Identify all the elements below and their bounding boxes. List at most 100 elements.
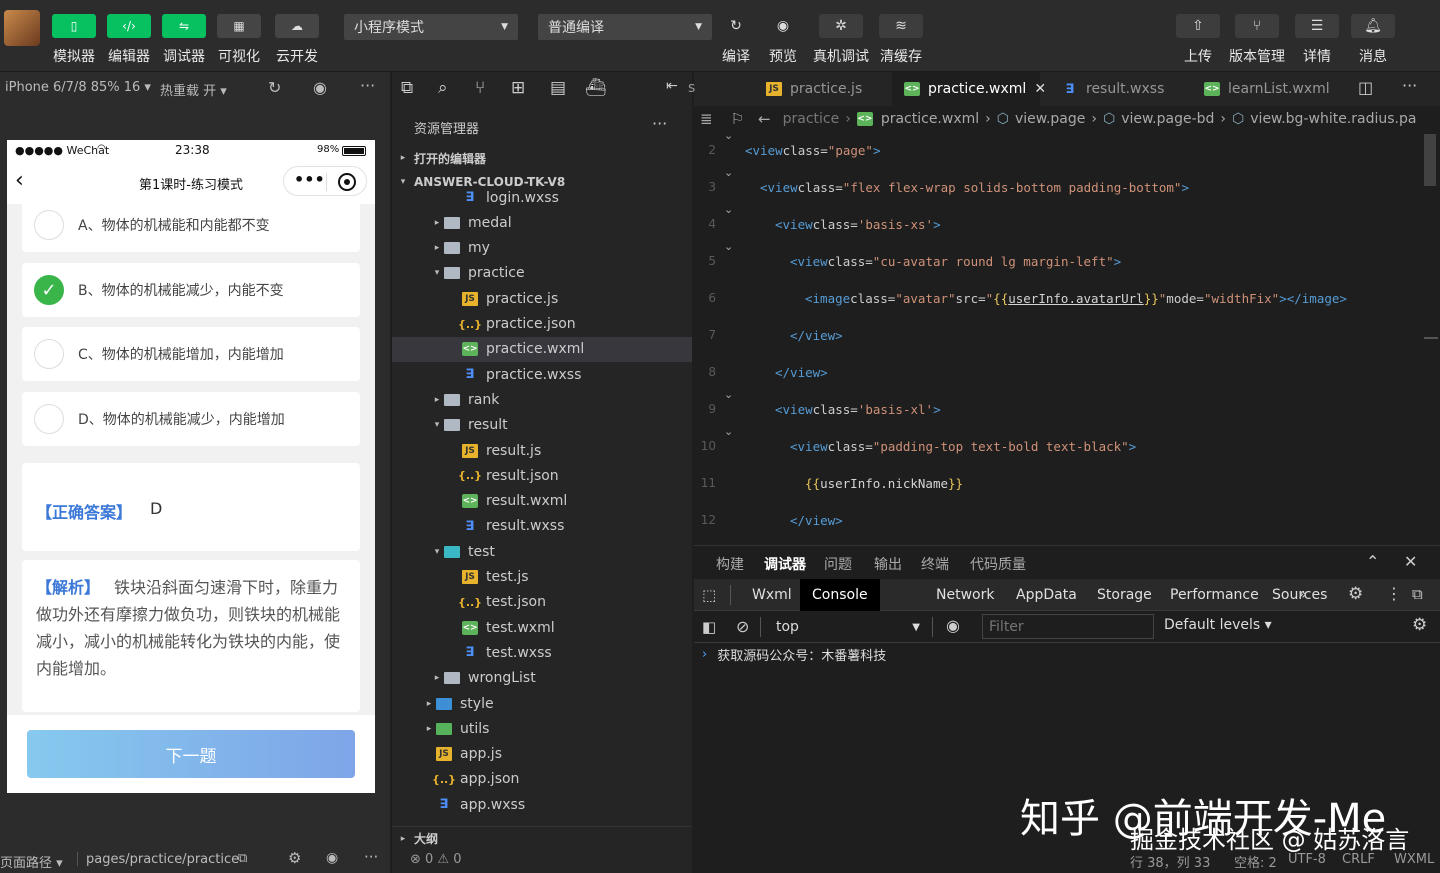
editor-more-icon[interactable]: ··· [1402,76,1417,95]
fold-chevron-icon[interactable]: ⌄ [724,240,733,253]
tree-item[interactable]: JS practice.js [392,286,692,311]
more-icon[interactable]: ··· [360,76,375,95]
layout-toggle-button[interactable]: ▦ [217,14,261,38]
tree-item[interactable]: ∃ login.wxss [392,186,692,210]
tree-item[interactable]: <> test.wxml [392,615,692,640]
breadcrumb-item[interactable]: practice.wxml [881,111,979,127]
tree-item[interactable]: ∃ result.wxss [392,514,692,539]
context-select[interactable]: top ▼ [770,615,926,639]
devtools-panel-tab[interactable]: Wxml [740,579,804,611]
fold-chevron-icon[interactable]: ⌄ [724,203,733,216]
list-icon[interactable]: ≣ [700,110,713,128]
answer-option[interactable]: A、物体的机械能和内能都不变 [22,198,360,252]
more-tabs-icon[interactable]: » [1298,585,1307,603]
tree-item[interactable]: ▸ rank [392,387,692,412]
tree-item[interactable]: ▾ test [392,539,692,564]
upload-button[interactable]: ⇧ [1176,14,1220,38]
eye-icon[interactable]: ◉ [326,850,338,866]
page-path-select[interactable]: 页面路径 ▾ [0,852,63,871]
storage-icon[interactable]: ▤ [550,78,566,98]
editor-tab[interactable]: JS practice.js [754,72,888,106]
menu-button[interactable]: ☰ [1295,14,1339,38]
clear-console-icon[interactable]: ⊘ [736,617,749,636]
answer-option[interactable]: D、物体的机械能减少，内能增加 [22,392,360,446]
split-editor-icon[interactable]: ◫ [1358,78,1373,97]
cloud-toggle-button[interactable]: ☁ [275,14,319,38]
tree-item[interactable]: ▸ style [392,691,692,716]
problems-indicator[interactable]: ⊗ 0 ⚠ 0 [410,852,462,867]
breadcrumb-item[interactable]: view.page-bd [1121,111,1214,127]
devtools-panel-tab[interactable]: Console [800,579,880,611]
live-expression-icon[interactable]: ◉ [946,616,960,635]
bookmark-icon[interactable]: ⚐ [731,110,744,128]
branch-button[interactable]: ⑂ [1235,14,1279,38]
hotreload-toggle[interactable]: 热重载 开 ▾ [160,80,227,99]
fold-chevron-icon[interactable]: ⌄ [724,166,733,179]
tree-item[interactable]: ∃ app.wxss [392,792,692,817]
chevron-right-icon[interactable]: › [702,647,707,662]
rotate-icon[interactable]: ↻ [268,78,281,97]
editor-tab[interactable]: ∃ result.wxss [1050,72,1186,106]
devtools-panel-tab[interactable]: AppData [1004,579,1089,611]
tree-item[interactable]: {..} test.json [392,590,692,615]
files-icon[interactable]: ⧉ [401,78,413,98]
bug-button[interactable]: ✲ [819,14,863,38]
tree-item[interactable]: JS test.js [392,565,692,590]
devtools-panel-tab[interactable]: Performance [1158,579,1271,611]
devtools-top-tab[interactable]: 调试器 [764,554,806,574]
capsule-close-icon[interactable] [338,173,356,191]
capsule-menu[interactable]: ••• [283,166,367,196]
kebab-icon[interactable]: ⋮ [1386,584,1402,603]
source-control-icon[interactable]: ⑂ [475,78,485,98]
copy-icon[interactable]: ⧉ [238,851,247,866]
collapse-panel-icon[interactable]: ⇤ [666,78,678,94]
devtools-top-tab[interactable]: 终端 [921,554,949,574]
bell-button[interactable]: 🔔︎ [1351,14,1395,38]
tree-item[interactable]: ▸ wrongList [392,666,692,691]
phone-toggle-button[interactable]: ▯ [52,14,96,38]
sidebar-toggle-icon[interactable]: ◧ [702,618,716,636]
explorer-more-icon[interactable]: ··· [652,114,667,133]
record-icon[interactable]: ◉ [313,78,327,97]
capsule-more-icon[interactable]: ••• [294,170,325,189]
tree-item[interactable]: ▸ medal [392,210,692,235]
scrollbar[interactable] [1424,134,1436,186]
editor-tab[interactable]: <> learnList.wxml [1192,72,1340,106]
code-toggle-button[interactable]: ‹/› [107,14,151,38]
breadcrumb-item[interactable]: view.bg-white.radius.pa [1250,111,1416,127]
tree-item[interactable]: ∃ practice.wxss [392,362,692,387]
tree-item[interactable]: {..} app.json [392,767,692,792]
tree-item[interactable]: <> practice.wxml [392,336,692,362]
devtools-top-tab[interactable]: 构建 [716,554,744,574]
more-icon[interactable]: ··· [364,848,378,866]
console-filter-input[interactable] [982,614,1154,639]
devtools-panel-tab[interactable]: Storage [1085,579,1164,611]
tree-item[interactable]: ∃ test.wxss [392,640,692,665]
console-settings-icon[interactable]: ⚙ [1412,615,1427,635]
tree-item[interactable]: JS app.js [392,742,692,767]
tree-item[interactable]: {..} practice.json [392,312,692,337]
undock-icon[interactable]: ⧉ [1412,585,1423,603]
outline-section[interactable]: ▸ 大纲 [392,826,692,850]
open-editors-section[interactable]: ▸ 打开的编辑器 [392,146,692,170]
close-tab-icon[interactable]: ✕ [1034,81,1046,97]
tree-item[interactable]: ▾ result [392,413,692,438]
debug-toggle-button[interactable]: ⇋ [162,14,206,38]
tree-item[interactable]: ▾ practice [392,261,692,286]
fold-chevron-icon[interactable]: ⌄ [724,132,733,142]
back-arrow-icon[interactable]: ← [758,110,771,128]
device-select[interactable]: iPhone 6/7/8 85% 16 ▾ [5,80,151,95]
fold-chevron-icon[interactable]: ⌄ [724,425,733,438]
devtools-panel-tab[interactable]: Network [924,579,1006,611]
editor-tab[interactable]: <> practice.wxml ✕ [892,72,1046,106]
inspect-icon[interactable]: ⬚ [702,586,716,604]
breadcrumb-item[interactable]: view.page [1015,111,1085,127]
gear-icon[interactable]: ⚙ [1348,584,1363,604]
search-icon[interactable]: ⌕ [438,78,448,98]
layers-button[interactable]: ≋ [879,14,923,38]
fold-chevron-icon[interactable]: ⌄ [724,388,733,401]
log-levels-select[interactable]: Default levels ▾ [1164,617,1272,633]
tree-item[interactable]: ▸ utils [392,716,692,741]
tree-item[interactable]: JS result.js [392,438,692,463]
mode-select[interactable]: 小程序模式 ▼ [344,14,518,40]
